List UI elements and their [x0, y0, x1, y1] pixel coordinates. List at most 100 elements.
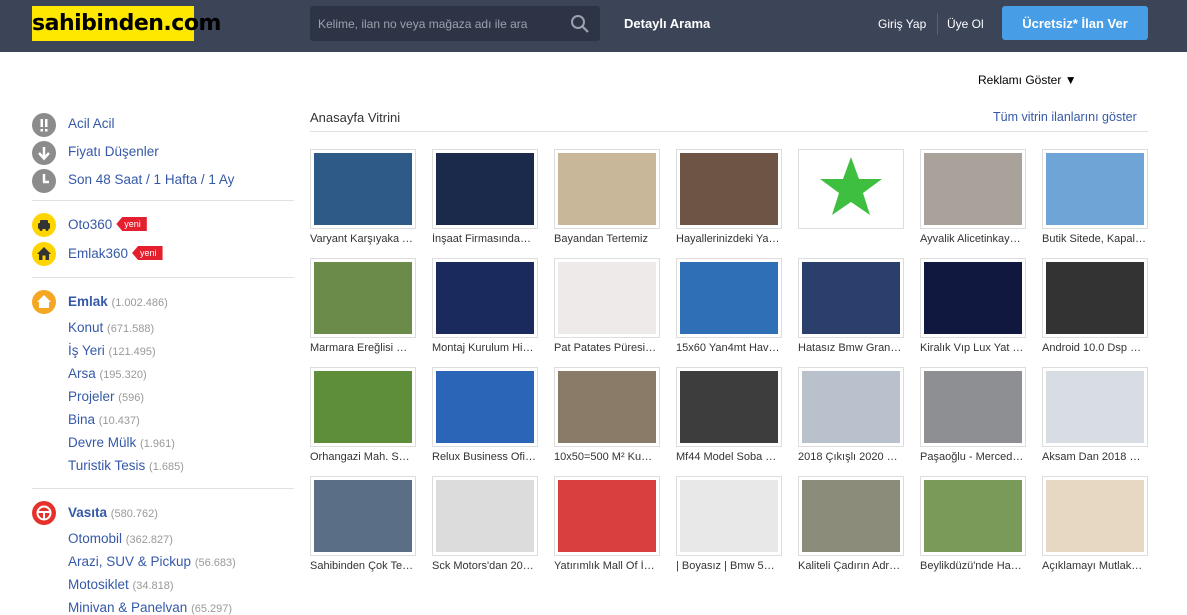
register-link[interactable]: Üye Ol: [947, 17, 984, 31]
listing-tile[interactable]: Kiralık Vıp Lux Yat Turu: [920, 258, 1026, 354]
listing-tile[interactable]: Bayandan Tertemiz: [554, 149, 660, 245]
subcategory-label: İş Yeri: [68, 343, 105, 358]
listing-caption: Hatasız Bmw Gran Coupe: [798, 342, 902, 354]
subcategory-otomobil[interactable]: Otomobil (362.827): [68, 531, 173, 546]
category-vasita[interactable]: Vasıta (580.762): [68, 505, 158, 520]
subcategory-count: (362.827): [125, 534, 173, 546]
subcategory-label: Bina: [68, 412, 96, 427]
listing-tile[interactable]: Ayvalik Alicetinkaya Site: [920, 149, 1026, 245]
arrow-down-icon: [32, 141, 56, 165]
listing-tile[interactable]: 2018 Çıkışlı 2020 Model Skoda: [798, 367, 904, 463]
category-label: Vasıta: [68, 505, 108, 520]
sidebar-item-recent[interactable]: Son 48 Saat / 1 Hafta / 1 Ay: [68, 172, 234, 187]
new-badge: yeni: [116, 217, 147, 231]
listing-caption: Mf44 Model Soba Fırın: [676, 451, 780, 463]
listing-tile[interactable]: Beylikdüzü'nde Havuzlu Villa: [920, 476, 1026, 572]
listing-thumbnail: [310, 149, 416, 229]
subcategory-isyeri[interactable]: İş Yeri (121.495): [68, 343, 156, 358]
listing-tile[interactable]: Relux Business Ofis Katı: [432, 367, 538, 463]
exclamation-icon: [32, 113, 56, 137]
listing-tile[interactable]: Paşaoğlu - Mercedes AMG: [920, 367, 1026, 463]
listing-caption: | Boyasız | Bmw 520d: [676, 560, 780, 572]
listing-tile[interactable]: | Boyasız | Bmw 520d: [676, 476, 782, 572]
subcategory-bina[interactable]: Bina (10.437): [68, 412, 140, 427]
listing-caption: Sahibinden Çok Temiz Kamp: [310, 560, 414, 572]
divider: [32, 200, 294, 201]
listing-tile[interactable]: [798, 149, 904, 233]
subcategory-devre-mulk[interactable]: Devre Mülk (1.961): [68, 435, 175, 450]
search-input[interactable]: [310, 6, 560, 41]
listing-thumbnail: [1042, 149, 1148, 229]
search-icon[interactable]: [570, 14, 590, 34]
listing-tile[interactable]: Orhangazi Mah. Satılık Arsa: [310, 367, 416, 463]
listing-tile[interactable]: İnşaat Firmasından Satılık Villa: [432, 149, 538, 245]
listing-tile[interactable]: Açıklamayı Mutlaka Okuyunuz: [1042, 476, 1148, 572]
top-header: sahibinden.com Detaylı Arama Giriş Yap Ü…: [0, 0, 1187, 52]
subcategory-label: Arazi, SUV & Pickup: [68, 554, 192, 569]
listing-thumbnail: [676, 258, 782, 338]
subcategory-arazi-suv[interactable]: Arazi, SUV & Pickup (56.683): [68, 554, 236, 569]
subcategory-konut[interactable]: Konut (671.588): [68, 320, 154, 335]
listing-thumbnail: [920, 476, 1026, 556]
listing-caption: Beylikdüzü'nde Havuzlu Villa: [920, 560, 1024, 572]
listing-tile[interactable]: 10x50=500 M² Kubbe Çadır: [554, 367, 660, 463]
listing-thumbnail: [1042, 258, 1148, 338]
listing-thumbnail: [920, 149, 1026, 229]
subcategory-projeler[interactable]: Projeler (596): [68, 389, 144, 404]
category-count: (580.762): [110, 508, 158, 520]
sidebar-item-oto360[interactable]: Oto360 yeni: [68, 217, 147, 232]
listing-caption: Varyant Karşıyaka Yeni Konut: [310, 233, 414, 245]
subcategory-count: (56.683): [194, 557, 236, 569]
subcategory-label: Projeler: [68, 389, 115, 404]
subcategory-count: (65.297): [191, 603, 233, 615]
listing-caption: Montaj Kurulum Hizmeti: [432, 342, 536, 354]
subcategory-count: (1.961): [140, 438, 175, 450]
listing-caption: Kaliteli Çadırın Adresi: [798, 560, 902, 572]
subcategory-minivan[interactable]: Minivan & Panelvan (65.297): [68, 600, 232, 615]
site-logo[interactable]: sahibinden.com: [32, 6, 221, 41]
listing-caption: Android 10.0 Dsp Multimedya: [1042, 342, 1146, 354]
listing-tile[interactable]: Butik Sitede, Kapalı Otoparklı: [1042, 149, 1148, 245]
subcategory-motosiklet[interactable]: Motosiklet (34.818): [68, 577, 174, 592]
listing-tile[interactable]: 15x60 Yan4mt Havuz Kaplama: [676, 258, 782, 354]
show-ads-toggle[interactable]: Reklamı Göster ▼: [978, 73, 1077, 87]
listing-tile[interactable]: Marmara Ereğlisi Satılık Villa: [310, 258, 416, 354]
listing-caption: Ayvalik Alicetinkaya Site: [920, 233, 1024, 245]
listing-tile[interactable]: Sahibinden Çok Temiz Kamp: [310, 476, 416, 572]
listing-tile[interactable]: Aksam Dan 2018 Model Bmw: [1042, 367, 1148, 463]
subcategory-turistik-tesis[interactable]: Turistik Tesis (1.685): [68, 458, 184, 473]
listing-thumbnail: [798, 149, 904, 229]
listing-caption: Kiralık Vıp Lux Yat Turu: [920, 342, 1024, 354]
listing-tile[interactable]: Kaliteli Çadırın Adresi: [798, 476, 904, 572]
subcategory-count: (671.588): [107, 323, 155, 335]
sidebar-item-emlak360[interactable]: Emlak360 yeni: [68, 246, 163, 261]
listing-thumbnail: [554, 367, 660, 447]
listing-tile[interactable]: Varyant Karşıyaka Yeni Konut: [310, 149, 416, 245]
listing-caption: 10x50=500 M² Kubbe Çadır: [554, 451, 658, 463]
listing-thumbnail: [432, 476, 538, 556]
listing-tile[interactable]: Android 10.0 Dsp Multimedya: [1042, 258, 1148, 354]
subcategory-label: Turistik Tesis: [68, 458, 146, 473]
listing-tile[interactable]: Montaj Kurulum Hizmeti: [432, 258, 538, 354]
sidebar-item-acil[interactable]: Acil Acil: [68, 116, 115, 131]
listing-tile[interactable]: Hayallerinizdeki Yalı Daire: [676, 149, 782, 245]
listing-caption: 2018 Çıkışlı 2020 Model Skoda: [798, 451, 902, 463]
listing-tile[interactable]: Yatırımlık Mall Of İstanbul: [554, 476, 660, 572]
subcategory-arsa[interactable]: Arsa (195.320): [68, 366, 147, 381]
detailed-search-link[interactable]: Detaylı Arama: [624, 16, 710, 31]
listing-tile[interactable]: Pat Patates Püresi Toptan: [554, 258, 660, 354]
listing-tile[interactable]: Hatasız Bmw Gran Coupe: [798, 258, 904, 354]
listing-thumbnail: [676, 367, 782, 447]
category-emlak[interactable]: Emlak (1.002.486): [68, 294, 168, 309]
listing-thumbnail: [676, 476, 782, 556]
listing-tile[interactable]: Mf44 Model Soba Fırın: [676, 367, 782, 463]
listing-tile[interactable]: Sck Motors'dan 2020 Caddy: [432, 476, 538, 572]
post-ad-button[interactable]: Ücretsiz* İlan Ver: [1002, 6, 1148, 40]
sidebar-item-price-drop[interactable]: Fiyatı Düşenler: [68, 144, 159, 159]
showcase-all-link[interactable]: Tüm vitrin ilanlarını göster: [993, 110, 1137, 124]
listing-thumbnail: [310, 258, 416, 338]
login-link[interactable]: Giriş Yap: [878, 17, 926, 31]
listing-thumbnail: [310, 367, 416, 447]
listing-caption: Butik Sitede, Kapalı Otoparklı: [1042, 233, 1146, 245]
subcategory-label: Arsa: [68, 366, 96, 381]
